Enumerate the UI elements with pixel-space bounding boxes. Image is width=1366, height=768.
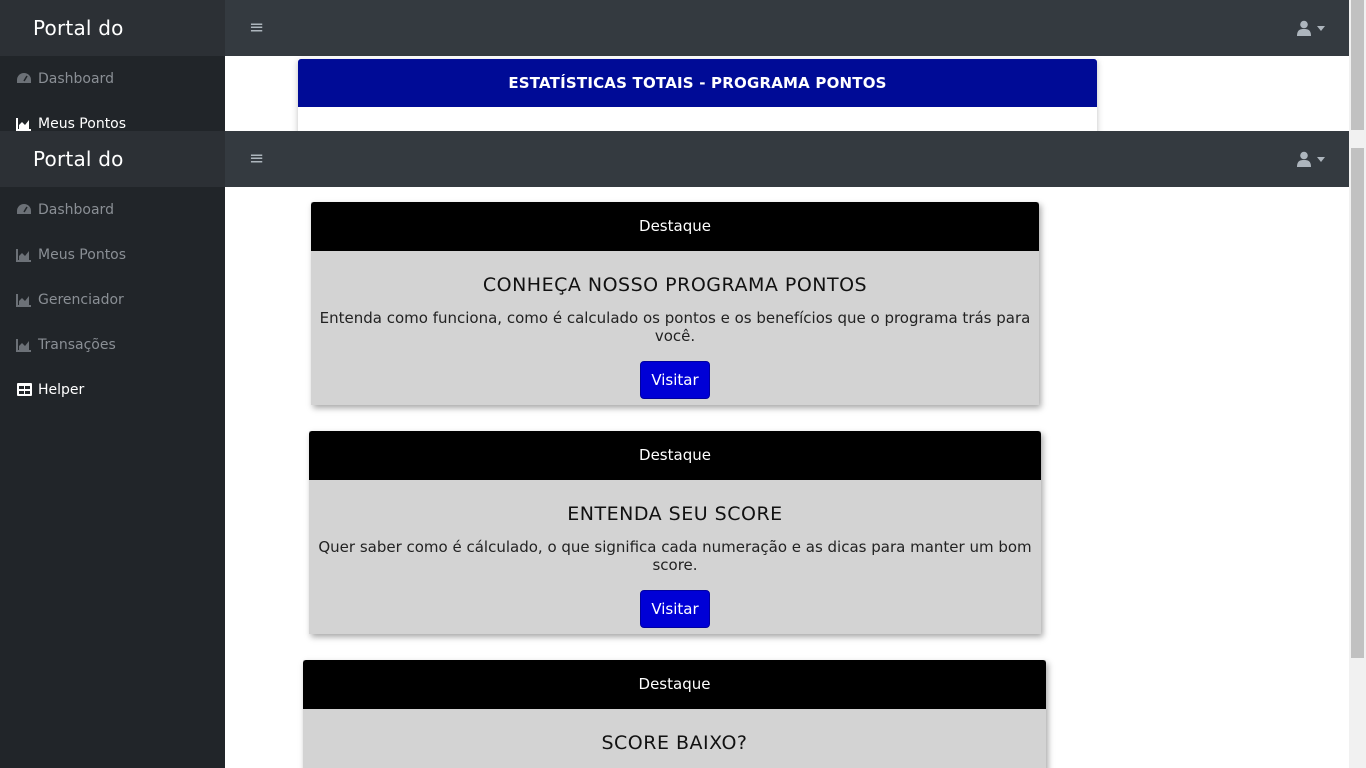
area-chart-icon: [16, 337, 32, 353]
sidebar-item-label: Dashboard: [38, 70, 114, 87]
foreground-page: Portal do Consumidor ≡ Dashboard Meus Po…: [0, 131, 1349, 768]
sidebar-item-gerenciador[interactable]: Gerenciador: [0, 277, 225, 322]
sidebar-item-dashboard[interactable]: Dashboard: [0, 56, 225, 101]
hamburger-icon[interactable]: ≡: [249, 18, 264, 38]
sidebar: Dashboard Meus Pontos Gerenciador Transa…: [0, 187, 225, 768]
hamburger-icon[interactable]: ≡: [249, 149, 264, 169]
user-icon: [1297, 20, 1311, 36]
sidebar-item-dashboard[interactable]: Dashboard: [0, 187, 225, 232]
brand-title[interactable]: Portal do Consumidor: [0, 0, 225, 96]
tachometer-icon: [16, 202, 32, 218]
visit-button[interactable]: Visitar: [640, 361, 710, 399]
card-title: SCORE BAIXO?: [601, 732, 748, 754]
area-chart-icon: [16, 116, 32, 132]
feature-card: Destaque ENTENDA SEU SCORE Quer saber co…: [309, 431, 1041, 634]
top-navbar: Portal do Consumidor ≡: [0, 131, 1349, 227]
sidebar-item-meus-pontos[interactable]: Meus Pontos: [0, 232, 225, 277]
stats-card: ESTATÍSTICAS TOTAIS - PROGRAMA PONTOS: [298, 59, 1097, 131]
sidebar-item-label: Helper: [38, 381, 85, 398]
feature-card: Destaque SCORE BAIXO?: [303, 660, 1046, 768]
card-title: ENTENDA SEU SCORE: [567, 503, 783, 525]
card-header: Destaque: [303, 660, 1046, 709]
feature-card: Destaque CONHEÇA NOSSO PROGRAMA PONTOS E…: [311, 202, 1039, 405]
brand-title[interactable]: Portal do Consumidor: [0, 131, 225, 227]
card-title: CONHEÇA NOSSO PROGRAMA PONTOS: [482, 274, 868, 296]
chevron-down-icon: [1317, 156, 1325, 162]
sidebar-item-label: Dashboard: [38, 201, 114, 218]
area-chart-icon: [16, 247, 32, 263]
card-header: Destaque: [311, 202, 1039, 251]
top-navbar: Portal do Consumidor ≡: [0, 0, 1349, 96]
sidebar-item-label: Transações: [38, 336, 116, 353]
scrollbar-thumb-top[interactable]: [1351, 0, 1364, 130]
sidebar: Dashboard Meus Pontos: [0, 56, 225, 131]
sidebar-item-label: Gerenciador: [38, 291, 124, 308]
user-icon: [1297, 151, 1311, 167]
sidebar-item-label: Meus Pontos: [38, 246, 127, 263]
area-chart-icon: [16, 292, 32, 308]
card-header: Destaque: [309, 431, 1041, 480]
card-text: Entenda como funciona, como é calculado …: [319, 309, 1031, 345]
visit-button[interactable]: Visitar: [640, 590, 710, 628]
user-menu[interactable]: [1297, 20, 1325, 36]
table-icon: [16, 382, 32, 398]
sidebar-item-meus-pontos[interactable]: Meus Pontos: [0, 101, 225, 131]
background-page: Portal do Consumidor ≡ Dashboard Meus Po…: [0, 0, 1349, 131]
sidebar-item-label: Meus Pontos: [38, 115, 127, 132]
page-scrollbar[interactable]: [1349, 0, 1366, 768]
stats-card-title: ESTATÍSTICAS TOTAIS - PROGRAMA PONTOS: [298, 59, 1097, 107]
chevron-down-icon: [1317, 25, 1325, 31]
user-menu[interactable]: [1297, 151, 1325, 167]
sidebar-item-helper[interactable]: Helper: [0, 367, 225, 412]
tachometer-icon: [16, 71, 32, 87]
scrollbar-thumb[interactable]: [1351, 148, 1364, 658]
card-text: Quer saber como é cálculado, o que signi…: [318, 538, 1032, 574]
sidebar-item-transacoes[interactable]: Transações: [0, 322, 225, 367]
